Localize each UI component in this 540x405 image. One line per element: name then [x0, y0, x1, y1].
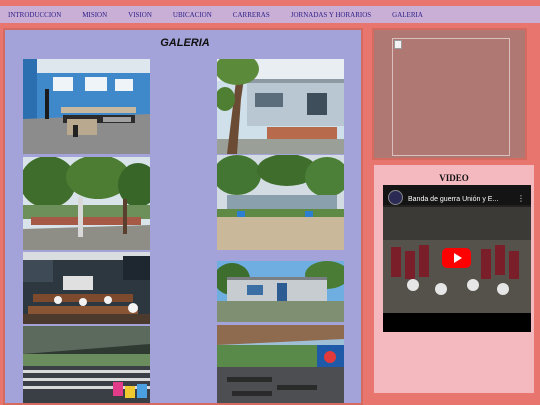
top-navigation-bar: INTRODUCCION MISION VISION UBICACION CAR… — [0, 6, 540, 23]
video-heading: VIDEO — [439, 173, 469, 183]
channel-avatar[interactable] — [388, 190, 403, 205]
assembly-students-photo — [23, 326, 150, 403]
nav-link-introduccion[interactable]: INTRODUCCION — [8, 11, 61, 19]
outdoor-cafeteria-photo — [217, 325, 344, 403]
blue-building-photo — [217, 261, 344, 322]
garden-building-photo — [217, 155, 344, 250]
broken-image-icon — [394, 40, 402, 49]
video-panel: VIDEO Banda de guerra Unión y E... ⋮ — [374, 165, 534, 393]
nav-link-jornadas-y-horarios[interactable]: JORNADAS Y HORARIOS — [291, 11, 371, 19]
video-title[interactable]: Banda de guerra Unión y E... — [408, 196, 498, 203]
nav-link-ubicacion[interactable]: UBICACION — [173, 11, 212, 19]
nav-link-mision[interactable]: MISION — [82, 11, 107, 19]
courtyard-trees-photo — [23, 157, 150, 250]
youtube-video-embed[interactable]: Banda de guerra Unión y E... ⋮ — [383, 185, 531, 332]
nav-link-galeria[interactable]: GALERIA — [392, 11, 423, 19]
gallery-title: GALERIA — [160, 37, 210, 49]
classroom-students-photo — [23, 252, 150, 324]
broken-image-placeholder — [392, 38, 510, 156]
nav-link-vision[interactable]: VISION — [128, 11, 152, 19]
play-icon — [453, 253, 462, 263]
nav-link-carreras[interactable]: CARRERAS — [233, 11, 270, 19]
gallery-section: GALERIA — [3, 28, 363, 405]
school-building-tree-photo — [217, 59, 344, 154]
play-button[interactable] — [442, 248, 471, 268]
more-options-icon[interactable]: ⋮ — [517, 194, 525, 203]
sidebar-image-panel — [372, 28, 527, 160]
computer-lab-photo — [23, 59, 150, 154]
